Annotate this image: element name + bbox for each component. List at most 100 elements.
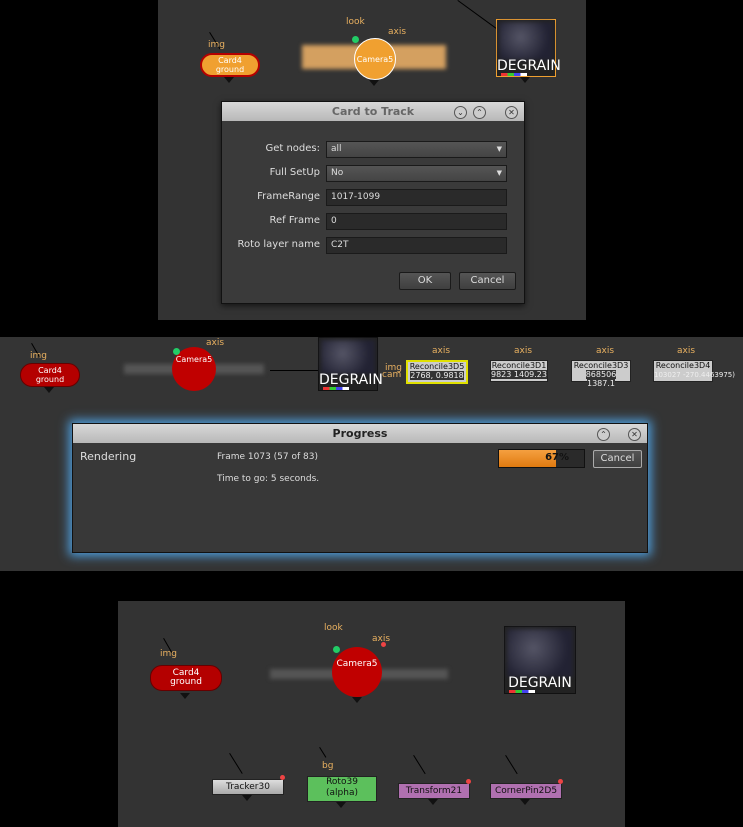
wire (413, 755, 426, 775)
camera5-name: Camera5 (175, 354, 213, 364)
card4-sub: ground (35, 375, 65, 384)
reconcile3d1-name: Reconcile3D1 (491, 361, 547, 370)
chevron-up-icon[interactable]: ⌃ (473, 106, 486, 119)
look-connector (352, 36, 359, 43)
frame-range-input[interactable]: 1017-1099 (326, 189, 507, 206)
degrain-label: DEGRAIN (319, 372, 383, 388)
output-arrow (224, 77, 234, 83)
mask-connector (466, 779, 471, 784)
card4-node[interactable]: Card4 ground (20, 363, 80, 387)
node-graph-panel-1[interactable]: img Card4 ground look axis Camera5 DEGRA… (158, 0, 586, 320)
get-nodes-label: Get nodes: (265, 143, 320, 154)
ok-button[interactable]: OK (399, 272, 451, 290)
output-arrow (369, 80, 379, 86)
card4-sub: ground (215, 65, 245, 74)
channel-indicator (501, 73, 527, 76)
roto39-node[interactable]: Roto39 (alpha) (307, 776, 377, 802)
img-input-label: img (30, 351, 47, 361)
card4-node[interactable]: Card4 ground (150, 665, 222, 691)
axis-input-label: axis (388, 27, 407, 37)
output-arrow (352, 697, 362, 703)
degrain-node[interactable]: DEGRAIN (496, 19, 561, 77)
camera5-name: Camera5 (356, 54, 394, 64)
wire (457, 0, 499, 31)
ref-frame-label: Ref Frame (269, 215, 320, 226)
transform21-name: Transform21 (405, 786, 463, 796)
degrain-label: DEGRAIN (508, 675, 572, 691)
reconcile3d1-value: 9823 1409.23 (491, 370, 547, 379)
rendering-label: Rendering (80, 450, 137, 463)
close-icon[interactable]: ✕ (505, 106, 518, 119)
cancel-button[interactable]: Cancel (593, 450, 642, 468)
output-arrow (520, 77, 530, 83)
wire (505, 755, 518, 775)
full-setup-select[interactable]: No ▼ (326, 165, 507, 182)
axis-connector (381, 642, 386, 647)
time-remaining-text: Time to go: 5 seconds. (217, 474, 320, 484)
chevron-up-icon[interactable]: ⌃ (597, 428, 610, 441)
axis-input-label: axis (514, 346, 533, 356)
reconcile3d5-node[interactable]: Reconcile3D5 2768, 0.9818 (406, 360, 468, 384)
look-input-label: look (324, 623, 343, 633)
progress-percent: 67% (545, 452, 569, 463)
reconcile3d4-name: Reconcile3D4 (655, 361, 711, 370)
look-connector (333, 646, 340, 653)
tracker30-node[interactable]: Tracker30 (212, 779, 284, 795)
degrain-thumbnail (321, 340, 375, 374)
output-arrow (428, 799, 438, 805)
degrain-label: DEGRAIN (497, 58, 561, 74)
axis-input-label: axis (432, 346, 451, 356)
output-arrow (242, 795, 252, 801)
cornerpin2d5-node[interactable]: CornerPin2D5 (490, 783, 562, 799)
reconcile3d3-name: Reconcile3D3 (573, 361, 629, 370)
wire (319, 747, 327, 758)
card4-sub: ground (170, 677, 202, 687)
cancel-button[interactable]: Cancel (459, 272, 516, 290)
look-input-label: look (346, 17, 365, 27)
roto39-sub: (alpha) (326, 788, 358, 798)
camera5-node[interactable]: Camera5 (332, 647, 382, 697)
frame-range-label: FrameRange (257, 191, 320, 202)
output-arrow (44, 387, 54, 393)
degrain-thumbnail (507, 629, 573, 677)
axis-input-label: axis (206, 338, 225, 348)
reconcile3d1-node[interactable]: Reconcile3D1 9823 1409.23 (490, 360, 548, 382)
wire (229, 753, 243, 774)
progress-bar: 67% (498, 449, 585, 468)
roto-layer-input[interactable]: C2T (326, 237, 507, 254)
axis-input-label: axis (596, 346, 615, 356)
output-arrow (336, 802, 346, 808)
close-icon[interactable]: ✕ (628, 428, 641, 441)
wire (270, 370, 320, 371)
transform21-node[interactable]: Transform21 (398, 783, 470, 799)
full-setup-label: Full SetUp (269, 167, 320, 178)
channel-indicator (323, 387, 349, 390)
cam-input-label: cam (382, 370, 402, 380)
camera5-node[interactable]: Camera5 (354, 38, 396, 80)
get-nodes-value: all (331, 144, 342, 154)
degrain-node[interactable]: DEGRAIN (504, 626, 576, 694)
full-setup-value: No (331, 168, 344, 178)
axis-input-label: axis (677, 346, 696, 356)
progress-title: Progress (73, 424, 647, 443)
chevron-down-icon: ▼ (496, 145, 502, 153)
card4-name: Card4 (218, 56, 242, 65)
roto-layer-label: Roto layer name (237, 239, 320, 250)
degrain-node[interactable]: DEGRAIN (318, 337, 383, 391)
mask-connector (558, 779, 563, 784)
bg-input-label: bg (322, 761, 334, 771)
reconcile3d3-node[interactable]: Reconcile3D3 868506 1387.1 (571, 360, 631, 388)
tracker30-name: Tracker30 (226, 782, 270, 792)
ref-frame-input[interactable]: 0 (326, 213, 507, 230)
frame-text: Frame 1073 (57 of 83) (217, 452, 318, 462)
card-to-track-dialog[interactable]: Card to Track ⌄ ⌃ ✕ Get nodes: all ▼ Full… (221, 101, 525, 304)
card4-node[interactable]: Card4 ground (200, 53, 260, 77)
camera5-name: Camera5 (336, 658, 378, 669)
reconcile3d4-value: 103027 -270.4463975) (654, 371, 735, 379)
reconcile3d4-node[interactable]: Reconcile3D4 103027 -270.4463975) (653, 360, 735, 382)
chevron-down-icon[interactable]: ⌄ (454, 106, 467, 119)
node-graph-panel-2[interactable]: img Card4 ground axis Camera5 DEGRAIN im… (0, 337, 743, 571)
node-graph-panel-3[interactable]: img Card4 ground look axis Camera5 DEGRA… (118, 601, 625, 827)
get-nodes-select[interactable]: all ▼ (326, 141, 507, 158)
progress-dialog[interactable]: Progress ⌃ ✕ Rendering Frame 1073 (57 of… (72, 423, 648, 553)
